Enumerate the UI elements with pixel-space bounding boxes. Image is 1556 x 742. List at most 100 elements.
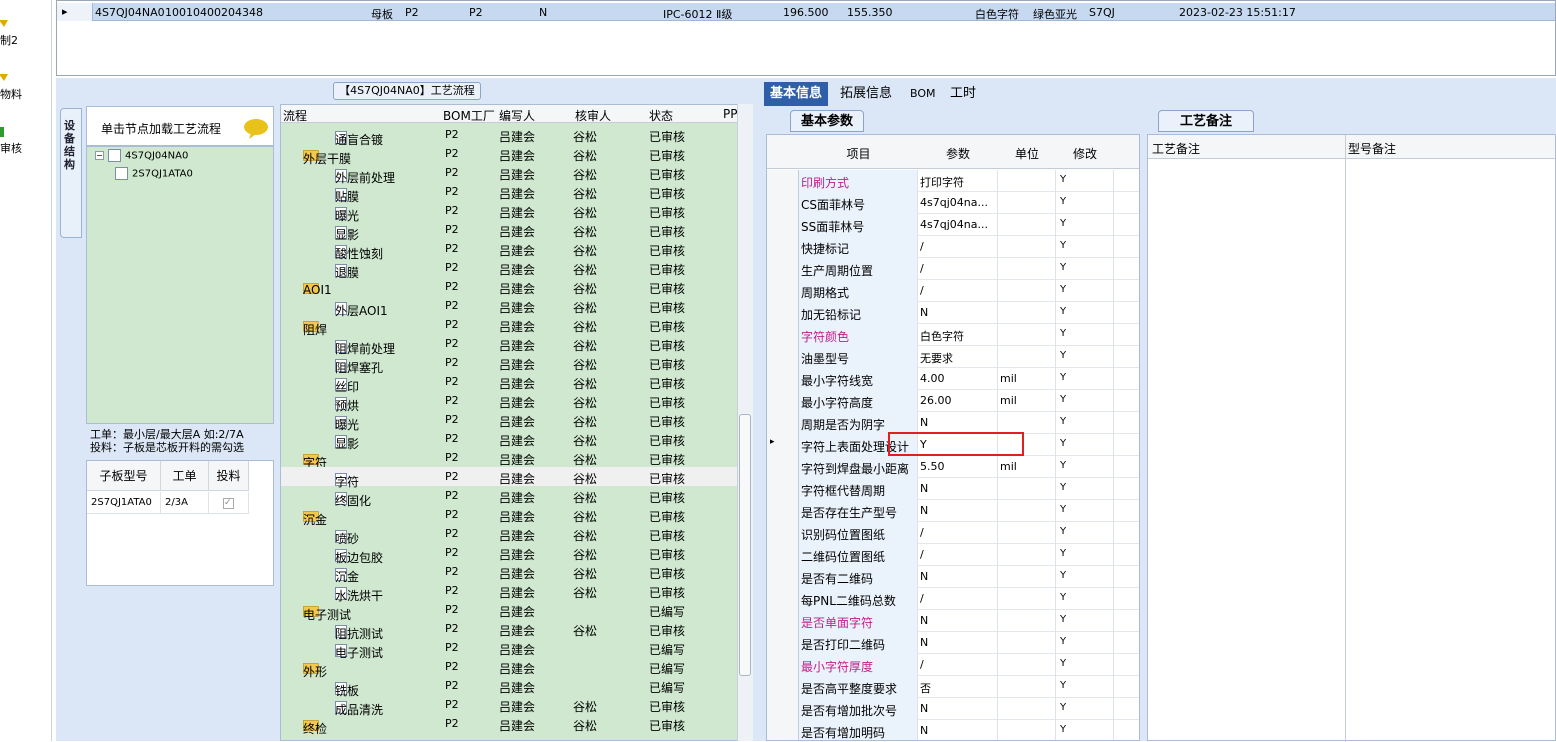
row-header[interactable]: [767, 236, 799, 258]
param-value-cell[interactable]: N: [918, 302, 998, 324]
param-row[interactable]: 是否单面字符 N Y: [767, 610, 1139, 632]
param-value-cell[interactable]: 打印字符: [918, 170, 998, 192]
param-value-cell[interactable]: 4s7qj04na...: [918, 214, 998, 236]
param-unit-cell[interactable]: mil: [998, 368, 1056, 390]
param-row[interactable]: 周期格式 / Y: [767, 280, 1139, 302]
col-order[interactable]: 工单: [161, 461, 209, 491]
row-header[interactable]: [767, 170, 799, 192]
cell-sub-order[interactable]: 2/3A: [161, 492, 209, 514]
feed-checkbox[interactable]: ✓: [223, 498, 234, 509]
tab-bom[interactable]: BOM: [904, 82, 942, 106]
process-row[interactable]: 贴膜 P2 吕建会 谷松 已审核: [281, 182, 739, 204]
param-unit-cell[interactable]: [998, 478, 1056, 500]
process-row[interactable]: 水洗烘干 P2 吕建会 谷松 已审核: [281, 581, 739, 603]
process-row[interactable]: 阻抗测试 P2 吕建会 谷松 已审核: [281, 619, 739, 641]
param-modify-cell[interactable]: Y: [1056, 632, 1114, 654]
row-header[interactable]: [767, 324, 799, 346]
process-row[interactable]: −AOI1P2吕建会谷松已审核: [281, 277, 739, 297]
row-header[interactable]: [767, 522, 799, 544]
row-header[interactable]: ▸: [767, 434, 799, 456]
param-unit-cell[interactable]: [998, 280, 1056, 302]
tab-basic-info[interactable]: 基本信息: [764, 82, 829, 106]
tab-work-hours[interactable]: 工时: [944, 82, 982, 106]
param-value-cell[interactable]: N: [918, 720, 998, 740]
param-unit-cell[interactable]: [998, 522, 1056, 544]
param-modify-cell[interactable]: Y: [1056, 478, 1114, 500]
col-process-remark[interactable]: 工艺备注: [1152, 140, 1200, 157]
row-header[interactable]: [767, 214, 799, 236]
process-row[interactable]: 板边包胶 P2 吕建会 谷松 已审核: [281, 543, 739, 565]
param-value-cell[interactable]: N: [918, 632, 998, 654]
param-item-cell[interactable]: 二维码位置图纸: [799, 544, 918, 566]
param-item-cell[interactable]: 最小字符线宽: [799, 368, 918, 390]
param-unit-cell[interactable]: [998, 412, 1056, 434]
row-header[interactable]: [767, 302, 799, 324]
scrollbar-thumb[interactable]: [739, 414, 751, 676]
process-row[interactable]: 曝光 P2 吕建会 谷松 已审核: [281, 410, 739, 432]
process-row[interactable]: −阻焊P2吕建会谷松已审核: [281, 315, 739, 337]
param-row[interactable]: 最小字符线宽 4.00 mil Y: [767, 368, 1139, 390]
row-header[interactable]: [767, 566, 799, 588]
param-unit-cell[interactable]: [998, 676, 1056, 698]
param-unit-cell[interactable]: [998, 346, 1056, 368]
row-selector[interactable]: ▸: [57, 3, 93, 21]
param-row[interactable]: 是否有增加批次号 N Y: [767, 698, 1139, 720]
param-item-cell[interactable]: 周期是否为阴字: [799, 412, 918, 434]
param-item-cell[interactable]: 是否存在生产型号: [799, 500, 918, 522]
param-item-cell[interactable]: 是否高平整度要求: [799, 676, 918, 698]
param-modify-cell[interactable]: Y: [1056, 236, 1114, 258]
param-modify-cell[interactable]: Y: [1056, 280, 1114, 302]
process-row[interactable]: 显影 P2 吕建会 谷松 已审核: [281, 429, 739, 451]
col-modify[interactable]: 修改: [1056, 145, 1114, 162]
param-modify-cell[interactable]: Y: [1056, 302, 1114, 324]
param-unit-cell[interactable]: [998, 500, 1056, 522]
row-header[interactable]: [767, 698, 799, 720]
param-item-cell[interactable]: 印刷方式: [799, 170, 918, 192]
param-value-cell[interactable]: N: [918, 698, 998, 720]
process-row[interactable]: −电子测试P2吕建会已编写: [281, 600, 739, 622]
param-unit-cell[interactable]: [998, 566, 1056, 588]
process-row[interactable]: −字符P2吕建会谷松已审核: [281, 448, 739, 470]
param-item-cell[interactable]: 字符到焊盘最小距离: [799, 456, 918, 478]
process-row[interactable]: 铣板 P2 吕建会 已编写: [281, 676, 739, 698]
process-row[interactable]: 通盲合镀 P2 吕建会 谷松 已审核: [281, 125, 739, 147]
process-row[interactable]: 成品清洗 P2 吕建会 谷松 已审核: [281, 695, 739, 717]
param-modify-cell[interactable]: Y: [1056, 214, 1114, 236]
process-row[interactable]: 字符 P2 吕建会 谷松 已审核: [281, 467, 739, 489]
process-row[interactable]: 阻焊塞孔 P2 吕建会 谷松 已审核: [281, 353, 739, 375]
param-row[interactable]: SS面菲林号 4s7qj04na... Y: [767, 214, 1139, 236]
param-row[interactable]: 字符到焊盘最小距离 5.50 mil Y: [767, 456, 1139, 478]
param-value-cell[interactable]: 4.00: [918, 368, 998, 390]
col-pp[interactable]: PP: [723, 107, 737, 121]
row-header[interactable]: [767, 676, 799, 698]
process-row[interactable]: 喷砂 P2 吕建会 谷松 已审核: [281, 524, 739, 546]
param-value-cell[interactable]: /: [918, 544, 998, 566]
col-writer[interactable]: 编写人: [499, 107, 535, 124]
row-header[interactable]: [767, 544, 799, 566]
param-modify-cell[interactable]: Y: [1056, 456, 1114, 478]
param-item-cell[interactable]: 每PNL二维码总数: [799, 588, 918, 610]
col-reviewer[interactable]: 核审人: [575, 107, 611, 124]
param-unit-cell[interactable]: [998, 170, 1056, 192]
process-row[interactable]: 沉金 P2 吕建会 谷松 已审核: [281, 562, 739, 584]
param-item-cell[interactable]: 最小字符厚度: [799, 654, 918, 676]
param-value-cell[interactable]: /: [918, 236, 998, 258]
param-modify-cell[interactable]: Y: [1056, 500, 1114, 522]
param-row[interactable]: 是否打印二维码 N Y: [767, 632, 1139, 654]
process-row[interactable]: 曝光 P2 吕建会 谷松 已审核: [281, 201, 739, 223]
row-header[interactable]: [767, 500, 799, 522]
param-row[interactable]: 生产周期位置 / Y: [767, 258, 1139, 280]
param-row[interactable]: 是否有二维码 N Y: [767, 566, 1139, 588]
row-header[interactable]: [767, 456, 799, 478]
col-model[interactable]: 子板型号: [87, 461, 161, 491]
param-modify-cell[interactable]: Y: [1056, 698, 1114, 720]
process-row[interactable]: 阻焊前处理 P2 吕建会 谷松 已审核: [281, 334, 739, 356]
param-modify-cell[interactable]: Y: [1056, 170, 1114, 192]
col-unit[interactable]: 单位: [998, 145, 1056, 162]
row-header[interactable]: [767, 632, 799, 654]
param-value-cell[interactable]: /: [918, 258, 998, 280]
tab-device-structure[interactable]: 设备结构: [60, 108, 82, 238]
param-row[interactable]: 每PNL二维码总数 / Y: [767, 588, 1139, 610]
param-modify-cell[interactable]: Y: [1056, 390, 1114, 412]
param-row[interactable]: 加无铅标记 N Y: [767, 302, 1139, 324]
